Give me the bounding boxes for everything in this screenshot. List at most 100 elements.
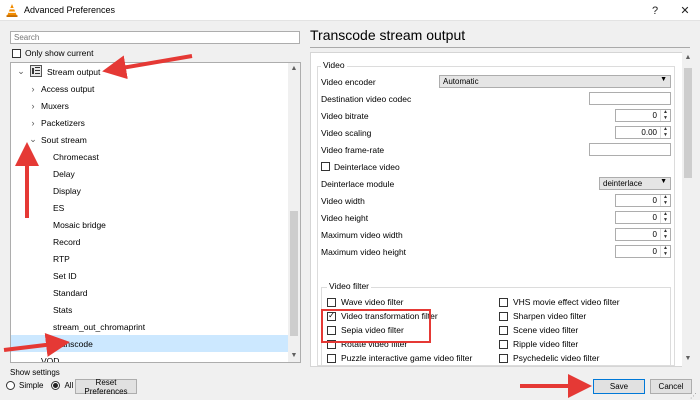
psychedelic-video-filter-option[interactable]: Psychedelic video filter <box>499 352 599 364</box>
resize-grip-icon[interactable]: ⋰ <box>690 392 697 400</box>
deinterlace-video-label: Deinterlace video <box>334 161 400 172</box>
tree-item-es[interactable]: ES <box>11 199 289 216</box>
puzzle-interactive-game-video-filter-checkbox[interactable] <box>327 353 336 363</box>
destination-video-codec-field[interactable] <box>589 92 671 105</box>
deinterlace-module-dropdown[interactable]: deinterlace ▼ <box>599 177 671 190</box>
tree-item-stream-out-chromaprint[interactable]: stream_out_chromaprint <box>11 318 289 335</box>
scroll-down-icon[interactable]: ▼ <box>288 352 300 359</box>
spin-value: 0 <box>652 196 657 205</box>
chevron-down-icon[interactable]: ⌄ <box>17 66 25 77</box>
save-button[interactable]: Save <box>593 379 645 394</box>
reset-preferences-button[interactable]: Reset Preferences <box>75 378 137 396</box>
title-bar: Advanced Preferences ? ✕ <box>0 0 700 21</box>
dropdown-arrow-icon[interactable]: ▼ <box>660 178 667 185</box>
tree-item-label: Mosaic bridge <box>53 219 106 230</box>
video-height-spinbox[interactable]: 0 ▲ ▼ <box>615 211 671 224</box>
spin-value: 0 <box>652 213 657 222</box>
cancel-button[interactable]: Cancel <box>650 379 692 394</box>
spin-arrows-icon[interactable]: ▲ ▼ <box>660 109 670 121</box>
video-bitrate-label: Video bitrate <box>321 110 369 121</box>
vlc-cone-icon <box>6 4 18 17</box>
tree-item-stats[interactable]: Stats <box>11 301 289 318</box>
tree-item-label: Access output <box>41 83 95 94</box>
all-label: All <box>64 381 74 390</box>
all-radio[interactable] <box>51 381 61 390</box>
tree-item-stream-output[interactable]: ⌄ Stream output <box>11 63 289 80</box>
maximum-video-height-spinbox[interactable]: 0 ▲ ▼ <box>615 245 671 258</box>
tree-item-label: Standard <box>53 287 88 298</box>
spin-arrows-icon[interactable]: ▲ ▼ <box>660 245 670 257</box>
tree-item-set-id[interactable]: Set ID <box>11 267 289 284</box>
vhs-movie-effect-video-filter-checkbox[interactable] <box>499 297 508 307</box>
spin-arrows-icon[interactable]: ▲ ▼ <box>660 211 670 223</box>
spin-arrows-icon[interactable]: ▲ ▼ <box>660 126 670 138</box>
settings-scroll-thumb[interactable] <box>684 68 692 178</box>
wave-video-filter-option[interactable]: Wave video filter <box>327 296 404 308</box>
vhs-movie-effect-video-filter-label: VHS movie effect video filter <box>513 297 620 307</box>
tree-item-display[interactable]: Display <box>11 182 289 199</box>
sharpen-video-filter-checkbox[interactable] <box>499 311 508 321</box>
video-frame-rate-field[interactable] <box>589 143 671 156</box>
dropdown-value: Automatic <box>443 77 479 86</box>
tree-item-rtp[interactable]: RTP <box>11 250 289 267</box>
tree-item-sout-stream[interactable]: ⌄ Sout stream <box>11 131 289 148</box>
dropdown-arrow-icon[interactable]: ▼ <box>660 76 667 83</box>
wave-video-filter-checkbox[interactable] <box>327 297 336 307</box>
video-encoder-dropdown[interactable]: Automatic ▼ <box>439 75 671 88</box>
dropdown-value: deinterlace <box>603 179 643 188</box>
search-input[interactable] <box>10 31 300 44</box>
video-bitrate-spinbox[interactable]: 0 ▲ ▼ <box>615 109 671 122</box>
tree-item-label: stream_out_chromaprint <box>53 321 146 332</box>
chevron-down-icon[interactable]: ⌄ <box>29 134 37 145</box>
sharpen-video-filter-option[interactable]: Sharpen video filter <box>499 310 586 322</box>
spin-arrows-icon[interactable]: ▲ ▼ <box>660 228 670 240</box>
posterize-video-filter-option[interactable]: Posterize video filter <box>499 366 590 367</box>
chevron-right-icon[interactable]: › <box>29 84 37 94</box>
scene-video-filter-option[interactable]: Scene video filter <box>499 324 578 336</box>
tree-item-chromecast[interactable]: Chromecast <box>11 148 289 165</box>
chevron-right-icon[interactable]: › <box>29 101 37 111</box>
show-settings-options: Simple All <box>6 381 73 390</box>
video-width-spinbox[interactable]: 0 ▲ ▼ <box>615 194 671 207</box>
only-show-current-option[interactable]: Only show current <box>12 48 94 58</box>
settings-scroll-down-icon[interactable]: ▼ <box>682 355 694 362</box>
chevron-right-icon[interactable]: › <box>29 118 37 128</box>
settings-scrollbar[interactable]: ▲ ▼ <box>682 52 694 367</box>
ripple-video-filter-option[interactable]: Ripple video filter <box>499 338 578 350</box>
tree-item-record[interactable]: Record <box>11 233 289 250</box>
spin-value: 0.00 <box>641 128 657 137</box>
close-icon[interactable]: ✕ <box>670 0 700 21</box>
tree-item-mosaic-bridge[interactable]: Mosaic bridge <box>11 216 289 233</box>
destination-video-codec-label: Destination video codec <box>321 93 412 104</box>
deinterlace-video-option[interactable]: Deinterlace video <box>321 158 400 175</box>
spin-arrows-icon[interactable]: ▲ ▼ <box>660 194 670 206</box>
scroll-up-icon[interactable]: ▲ <box>288 65 300 72</box>
simple-radio[interactable] <box>6 381 15 390</box>
tree-item-packetizers[interactable]: › Packetizers <box>11 114 289 131</box>
tree-item-transcode[interactable]: Transcode <box>11 335 289 352</box>
maximum-video-width-spinbox[interactable]: 0 ▲ ▼ <box>615 228 671 241</box>
tree-scroll-thumb[interactable] <box>290 211 298 336</box>
tree-scrollbar[interactable]: ▲ ▼ <box>288 63 300 362</box>
puzzle-interactive-game-video-filter-option[interactable]: Puzzle interactive game video filter <box>327 352 472 364</box>
psychedelic-video-filter-checkbox[interactable] <box>499 353 508 363</box>
tree-item-access-output[interactable]: › Access output <box>11 80 289 97</box>
preferences-tree[interactable]: ⌄ Stream output › Access output › Muxers › Pack… <box>10 62 301 363</box>
tree-item-delay[interactable]: Delay <box>11 165 289 182</box>
video-post-processing-filter-option[interactable]: Video post processing filter <box>327 366 443 367</box>
video-scaling-spinbox[interactable]: 0.00 ▲ ▼ <box>615 126 671 139</box>
tree-item-vod[interactable]: VOD <box>11 352 289 363</box>
vhs-movie-effect-video-filter-option[interactable]: VHS movie effect video filter <box>499 296 620 308</box>
deinterlace-video-checkbox[interactable] <box>321 162 330 171</box>
maximum-video-height-label: Maximum video height <box>321 246 407 257</box>
ripple-video-filter-checkbox[interactable] <box>499 339 508 349</box>
tree-item-label: Record <box>53 236 81 247</box>
scene-video-filter-label: Scene video filter <box>513 325 579 335</box>
tree-item-muxers[interactable]: › Muxers <box>11 97 289 114</box>
scene-video-filter-checkbox[interactable] <box>499 325 508 335</box>
settings-scroll-up-icon[interactable]: ▲ <box>682 54 694 61</box>
help-icon[interactable]: ? <box>640 0 670 21</box>
spin-value: 0 <box>652 230 657 239</box>
only-show-current-checkbox[interactable] <box>12 48 21 58</box>
tree-item-standard[interactable]: Standard <box>11 284 289 301</box>
